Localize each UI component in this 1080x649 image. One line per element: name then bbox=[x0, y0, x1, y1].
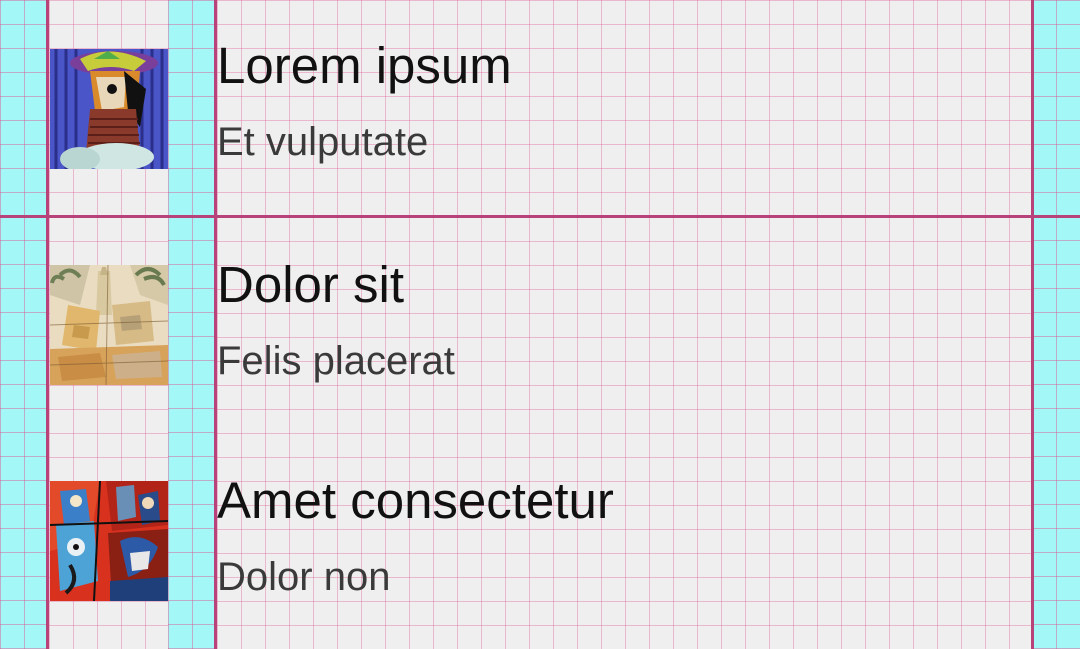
text-column-background bbox=[217, 433, 1031, 649]
list: Lorem ipsum Et vulputate Dolor sit Felis… bbox=[0, 0, 1080, 649]
text-column-background bbox=[217, 217, 1031, 433]
list-item-subtitle: Felis placerat bbox=[217, 339, 455, 383]
cubist-landscape-palm-trees-image bbox=[50, 265, 168, 385]
thumbnail-image bbox=[50, 49, 168, 169]
list-item-subtitle: Dolor non bbox=[217, 555, 391, 599]
list-item-subtitle: Et vulputate bbox=[217, 120, 429, 164]
list-item[interactable]: Amet consectetur Dolor non bbox=[0, 433, 1080, 649]
list-item-title: Amet consectetur bbox=[217, 472, 614, 529]
thumbnail-image bbox=[50, 265, 168, 385]
list-item[interactable]: Lorem ipsum Et vulputate bbox=[0, 0, 1080, 216]
list-item[interactable]: Dolor sit Felis placerat bbox=[0, 217, 1080, 433]
cubist-portrait-woman-hat-image bbox=[50, 49, 168, 169]
list-item-title: Lorem ipsum bbox=[217, 37, 512, 94]
text-column-background bbox=[217, 0, 1031, 216]
cubist-figures-red-blue-image bbox=[50, 481, 168, 601]
thumbnail-image bbox=[50, 481, 168, 601]
list-item-title: Dolor sit bbox=[217, 256, 405, 313]
